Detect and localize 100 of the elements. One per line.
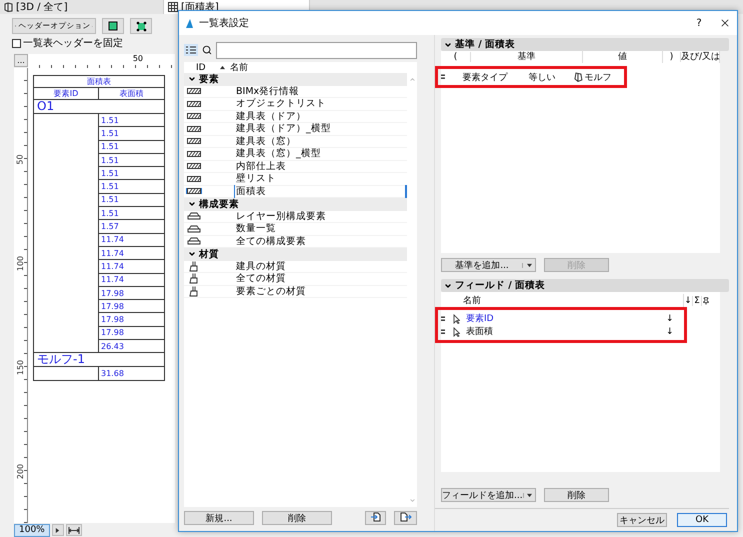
- schedule-item[interactable]: 建具の材質: [235, 260, 407, 273]
- ruler-number: 50: [16, 154, 25, 165]
- hatch-icon: [187, 188, 201, 194]
- value-text[interactable]: モルフ: [584, 70, 624, 84]
- fit-width-button[interactable]: [66, 524, 82, 536]
- brush-icon: [189, 260, 199, 272]
- table-cell: 1.51: [98, 153, 164, 167]
- category-row[interactable]: 材質: [184, 248, 407, 260]
- group-heading: O1: [34, 100, 164, 114]
- search-icon: [202, 45, 212, 55]
- table-cell: 26.43: [98, 340, 164, 353]
- table-icon: [168, 2, 178, 12]
- select-frame-button[interactable]: [102, 18, 124, 34]
- drag-handle-icon[interactable]: [441, 316, 445, 322]
- category-label: 構成要素: [199, 198, 239, 211]
- schedule-item[interactable]: 内部仕上表: [235, 160, 407, 173]
- table-cell: 11.74: [98, 273, 164, 286]
- section-header[interactable]: フィールド / 面積表: [441, 279, 729, 292]
- column-header: 基準: [471, 50, 583, 63]
- schedule-item[interactable]: オブジェクトリスト: [235, 97, 407, 110]
- table-cell: 1.51: [98, 140, 164, 154]
- fit-width-icon: [68, 526, 80, 534]
- schedule-item[interactable]: 壁リスト: [235, 172, 407, 186]
- category-label: 材質: [199, 248, 219, 261]
- table-cell: 17.98: [98, 286, 164, 300]
- fix-header-checkbox[interactable]: [12, 38, 21, 48]
- hatch-icon: [187, 150, 201, 157]
- column-header: ): [663, 52, 681, 62]
- brush-icon: [189, 273, 199, 284]
- layers-icon: [187, 212, 201, 220]
- category-row[interactable]: 要素: [184, 73, 407, 86]
- schedule-item[interactable]: レイヤー別構成要素: [235, 210, 407, 223]
- sort-order[interactable]: ↓: [666, 314, 674, 324]
- dropdown-arrow-icon: [526, 492, 532, 498]
- dialog-button[interactable]: OK: [677, 513, 727, 527]
- ruler-number: 100: [16, 256, 25, 272]
- help-button[interactable]: ?: [684, 18, 714, 28]
- column-header[interactable]: ID: [196, 62, 220, 72]
- empty-cell: [34, 366, 98, 380]
- schedule-item[interactable]: BIMx発行情報: [235, 84, 407, 98]
- table-cell: 31.68: [98, 366, 164, 380]
- field-name[interactable]: 表面積: [466, 325, 666, 338]
- criterion-text[interactable]: 要素タイプ: [462, 70, 529, 84]
- corner-points-icon: [136, 20, 146, 32]
- column-header: Σ: [693, 296, 702, 306]
- schedule-item[interactable]: 建具表（ドア）: [235, 110, 407, 123]
- section-header[interactable]: 基準 / 面積表: [441, 38, 729, 51]
- schedule-item[interactable]: 全ての構成要素: [235, 234, 407, 248]
- group-heading: モルフ-1: [34, 352, 164, 367]
- brush-icon: [189, 286, 199, 297]
- add-criterion-button[interactable]: 基準を追加...: [441, 258, 536, 272]
- column-header[interactable]: 名前: [230, 61, 248, 74]
- import-icon: [370, 512, 380, 522]
- schedule-item[interactable]: 建具表（窓）: [235, 134, 407, 148]
- app-logo-icon: [185, 18, 194, 28]
- delete-button[interactable]: 削除: [544, 488, 609, 502]
- ruler-number: 200: [16, 463, 25, 479]
- list-button[interactable]: 削除: [262, 511, 332, 525]
- table-cell: 17.98: [98, 300, 164, 313]
- schedule-item[interactable]: 建具表（ドア）_横型: [235, 122, 407, 136]
- hatch-icon: [187, 176, 201, 182]
- list-button[interactable]: 新規...: [184, 511, 254, 525]
- dialog-button[interactable]: キャンセル: [617, 513, 667, 527]
- operator-text[interactable]: 等しい: [528, 70, 574, 84]
- zoom-field[interactable]: 100%: [14, 524, 50, 536]
- drag-handle-icon[interactable]: [441, 328, 445, 334]
- add-field-button[interactable]: フィールドを追加...: [441, 488, 536, 502]
- import-button[interactable]: [365, 511, 386, 525]
- sort-order[interactable]: ↓: [666, 326, 674, 336]
- table-cell: 17.98: [98, 326, 164, 340]
- select-points-button[interactable]: [130, 18, 152, 34]
- schedule-item[interactable]: 建具表（窓）_横型: [235, 147, 407, 160]
- zoom-menu-button[interactable]: [52, 524, 64, 536]
- cube-icon: [4, 2, 13, 12]
- field-name[interactable]: 要素ID: [466, 312, 666, 325]
- dialog-title: 一覧表設定: [199, 16, 250, 30]
- schedule-item[interactable]: 数量一覧: [235, 222, 407, 236]
- schedule-item[interactable]: 全ての材質: [235, 272, 407, 286]
- table-cell: 11.74: [98, 246, 164, 260]
- table-cell: 1.51: [98, 206, 164, 220]
- column-header: 要素ID: [34, 88, 98, 100]
- export-button[interactable]: [394, 511, 417, 525]
- search-field[interactable]: [216, 42, 417, 58]
- square-icon: [108, 21, 118, 31]
- column-header: 値: [583, 50, 663, 63]
- column-header: 表面積: [98, 88, 164, 100]
- category-row[interactable]: 構成要素: [184, 198, 407, 210]
- hatch-icon: [187, 100, 201, 107]
- morph-icon: [574, 72, 583, 82]
- hatch-icon: [187, 163, 201, 170]
- table-cell: 1.51: [98, 166, 164, 180]
- schedule-item[interactable]: 要素ごとの材質: [235, 284, 407, 298]
- ruler-menu-button[interactable]: ...: [14, 54, 28, 67]
- arrow-icon: [55, 528, 60, 532]
- export-icon: [400, 512, 412, 522]
- close-icon[interactable]: [719, 17, 731, 29]
- table-cell: 11.74: [98, 233, 164, 246]
- list-view-icon[interactable]: [184, 44, 198, 56]
- schedule-title: 面積表: [34, 76, 164, 88]
- drag-handle-icon[interactable]: [441, 74, 445, 80]
